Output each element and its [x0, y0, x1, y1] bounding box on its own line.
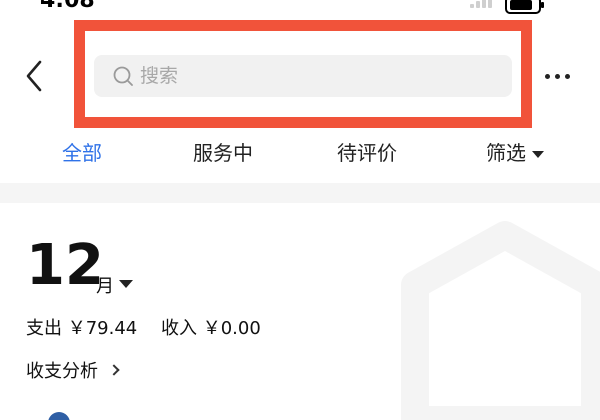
signal-icon [470, 0, 492, 8]
chevron-left-icon [26, 60, 42, 92]
watermark-shape-icon [401, 221, 600, 420]
search-input[interactable] [140, 55, 500, 97]
back-button[interactable] [20, 56, 50, 96]
section-divider [0, 183, 600, 203]
search-box[interactable] [94, 55, 512, 97]
caret-down-icon[interactable] [119, 280, 133, 288]
more-button[interactable] [543, 66, 573, 86]
income-value: ￥0.00 [202, 318, 261, 339]
battery-icon [505, 0, 544, 14]
tab-filter-label: 筛选 [486, 141, 526, 165]
search-icon [113, 66, 133, 86]
tab-in-service[interactable]: 服务中 [193, 137, 253, 166]
analysis-link[interactable]: 收支分析 [26, 357, 120, 383]
chevron-right-icon [108, 364, 120, 376]
expense-value: ￥79.44 [67, 318, 138, 339]
expense-label: 支出 [26, 318, 62, 339]
status-time: 4:08 [40, 0, 95, 13]
month-number[interactable]: 12 [26, 236, 104, 296]
tab-filter[interactable]: 筛选 [486, 137, 544, 166]
analysis-label: 收支分析 [26, 361, 98, 382]
summary-line: 支出 ￥79.44 收入 ￥0.00 [26, 314, 261, 340]
avatar [48, 412, 70, 420]
tab-pending-review[interactable]: 待评价 [337, 137, 397, 166]
more-dots-icon [545, 74, 550, 79]
caret-down-icon [532, 151, 544, 158]
tab-all[interactable]: 全部 [62, 137, 102, 166]
income-label: 收入 [161, 318, 197, 339]
month-unit[interactable]: 月 [96, 272, 114, 298]
